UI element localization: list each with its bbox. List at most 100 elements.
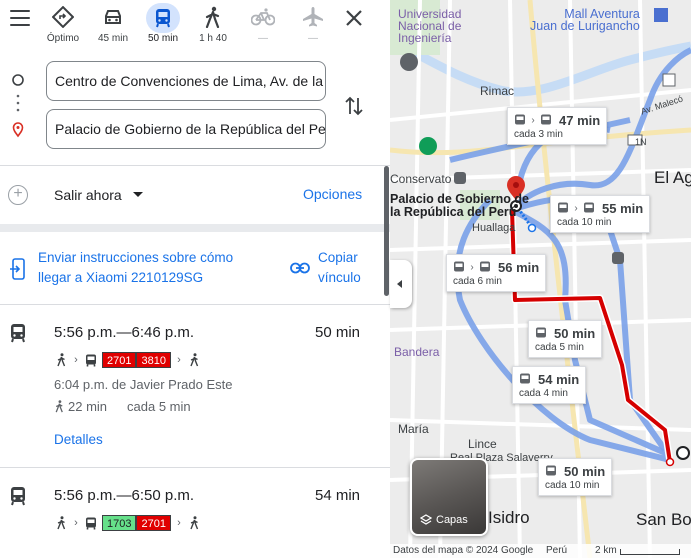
origin-input[interactable]: Centro de Convenciones de Lima, Av. de l…	[46, 61, 326, 101]
route-inputs: Centro de Convenciones de Lima, Av. de l…	[0, 56, 390, 156]
mode-transit-button[interactable]: 50 min	[137, 0, 189, 50]
walk-duration: 22 min	[68, 399, 108, 414]
close-icon[interactable]	[342, 6, 366, 30]
chevron-right-icon: ›	[177, 354, 181, 366]
layers-button[interactable]: Capas	[410, 458, 488, 536]
layers-label: Capas	[436, 514, 468, 526]
bus-icon	[84, 353, 98, 367]
panel-scrollbar[interactable]	[384, 166, 389, 296]
route-duration: 50 min	[315, 324, 361, 341]
leave-time-row: + Salir ahora Opciones	[0, 176, 390, 214]
scale-bar	[620, 549, 680, 555]
send-to-phone-row: Enviar instrucciones sobre cómo llegar a…	[0, 238, 390, 304]
transit-bubble[interactable]: › 55 min cada 10 min	[550, 195, 651, 233]
options-button[interactable]: Opciones	[303, 186, 362, 202]
route-option-2[interactable]: 5:56 p.m.—6:50 p.m. 54 min › 1703 2701 ›	[0, 468, 390, 558]
bus-icon	[584, 202, 594, 212]
transit-bubble[interactable]: 50 min cada 10 min	[538, 458, 613, 496]
bus-icon	[558, 202, 568, 212]
transit-bubble[interactable]: › 47 min cada 3 min	[507, 107, 608, 145]
walk-icon	[205, 6, 220, 28]
map-label-destination: Palacio de Gobierno de la República del …	[390, 192, 529, 219]
map-scale-label[interactable]: 2 km	[595, 545, 617, 556]
transit-icon	[156, 9, 170, 28]
link-icon[interactable]	[290, 262, 310, 274]
bubble-time: 50 min	[554, 325, 596, 341]
menu-icon[interactable]	[8, 6, 32, 30]
best-route-icon	[52, 6, 74, 28]
mode-best-label: Óptimo	[46, 33, 80, 44]
chevron-right-icon: ›	[574, 202, 578, 214]
map-label-bandera: Bandera	[394, 345, 440, 359]
bubble-frequency: cada 5 min	[535, 342, 584, 353]
bubble-frequency: cada 6 min	[453, 276, 502, 287]
chevron-right-icon: ›	[470, 261, 474, 273]
caret-down-icon[interactable]	[133, 192, 143, 197]
flight-icon	[303, 7, 323, 27]
bus-icon	[515, 114, 525, 124]
map-label-el-agustino: El Ag	[654, 168, 691, 187]
transit-bubble[interactable]: 50 min cada 5 min	[528, 320, 603, 358]
bus-icon	[454, 261, 464, 271]
route-steps: › 2701 3810 ›	[54, 351, 201, 369]
mode-best-button[interactable]: Óptimo	[37, 0, 89, 50]
swap-icon[interactable]	[344, 94, 364, 118]
transit-bubble[interactable]: 54 min cada 4 min	[512, 366, 587, 404]
destination-input[interactable]: Palacio de Gobierno de la República del …	[46, 109, 326, 149]
walk-icon	[54, 515, 68, 531]
bus-icon	[546, 465, 556, 475]
leave-now-select[interactable]: Salir ahora	[54, 187, 122, 203]
bubble-time: 56 min	[498, 259, 540, 275]
transit-bubble[interactable]: › 56 min cada 6 min	[446, 254, 547, 292]
mode-car-button[interactable]: 45 min	[87, 0, 139, 50]
walk-icon	[54, 352, 68, 368]
chevron-right-icon: ›	[177, 517, 181, 529]
mode-bike-button[interactable]: —	[237, 0, 289, 50]
map-label-huallaga: Huallaga	[472, 222, 516, 234]
route-times: 5:56 p.m.—6:46 p.m.	[54, 324, 195, 341]
bus-icon	[536, 327, 546, 337]
map-label-lince: Lince	[468, 437, 497, 451]
route-steps: › 1703 2701 ›	[54, 514, 201, 532]
add-stop-icon[interactable]: +	[8, 185, 28, 205]
car-icon	[105, 10, 121, 24]
send-directions-link[interactable]: Enviar instrucciones sobre cómo llegar a…	[38, 248, 268, 288]
line-badge: 3810	[136, 352, 171, 368]
walk-icon	[187, 352, 201, 368]
line-badge: 2701	[136, 515, 171, 531]
map-label-conservatorio: Conservato	[390, 172, 452, 186]
mode-flight-button[interactable]: —	[287, 0, 339, 50]
send-to-phone-icon[interactable]	[10, 258, 26, 280]
collapse-panel-button[interactable]	[390, 260, 412, 308]
bus-icon	[520, 373, 530, 383]
route-option-1[interactable]: 5:56 p.m.—6:46 p.m. 50 min › 2701 3810 ›…	[0, 305, 390, 467]
map-label-1n: 1N	[635, 137, 647, 147]
transit-icon	[11, 487, 25, 506]
route-duration: 54 min	[315, 487, 361, 504]
travel-mode-bar: Óptimo 45 min 50 min 1 h 40 — —	[0, 0, 390, 50]
map-data-credit[interactable]: Datos del mapa © 2024 Google	[393, 545, 533, 556]
route-departure: 6:04 p.m. de Javier Prado Este	[54, 377, 233, 392]
bubble-time: 50 min	[564, 463, 606, 479]
route-frequency: cada 5 min	[127, 399, 191, 414]
details-button[interactable]: Detalles	[54, 432, 103, 447]
map-label-mall: Mall Aventura Juan de Lurigancho	[530, 7, 640, 33]
bubble-frequency: cada 10 min	[545, 480, 600, 491]
map-region[interactable]: Perú	[546, 545, 567, 556]
mode-walk-button[interactable]: 1 h 40	[187, 0, 239, 50]
bus-icon	[480, 261, 490, 271]
walk-icon	[187, 515, 201, 531]
map-label-rimac: Rimac	[480, 84, 515, 98]
copy-link-button[interactable]: Copiar vínculo	[318, 248, 378, 288]
bus-icon	[84, 516, 98, 530]
mode-car-label: 45 min	[97, 33, 128, 44]
route-dots-icon	[12, 74, 24, 138]
bus-icon	[541, 114, 551, 124]
mode-bike-label: —	[258, 33, 268, 44]
bubble-time: 47 min	[559, 112, 601, 128]
line-badge: 1703	[102, 515, 137, 531]
bubble-frequency: cada 4 min	[519, 388, 568, 399]
bubble-frequency: cada 3 min	[514, 129, 563, 140]
map-label-university: Universidad Nacional de Ingeniería	[398, 7, 462, 45]
bubble-time: 55 min	[602, 200, 644, 216]
